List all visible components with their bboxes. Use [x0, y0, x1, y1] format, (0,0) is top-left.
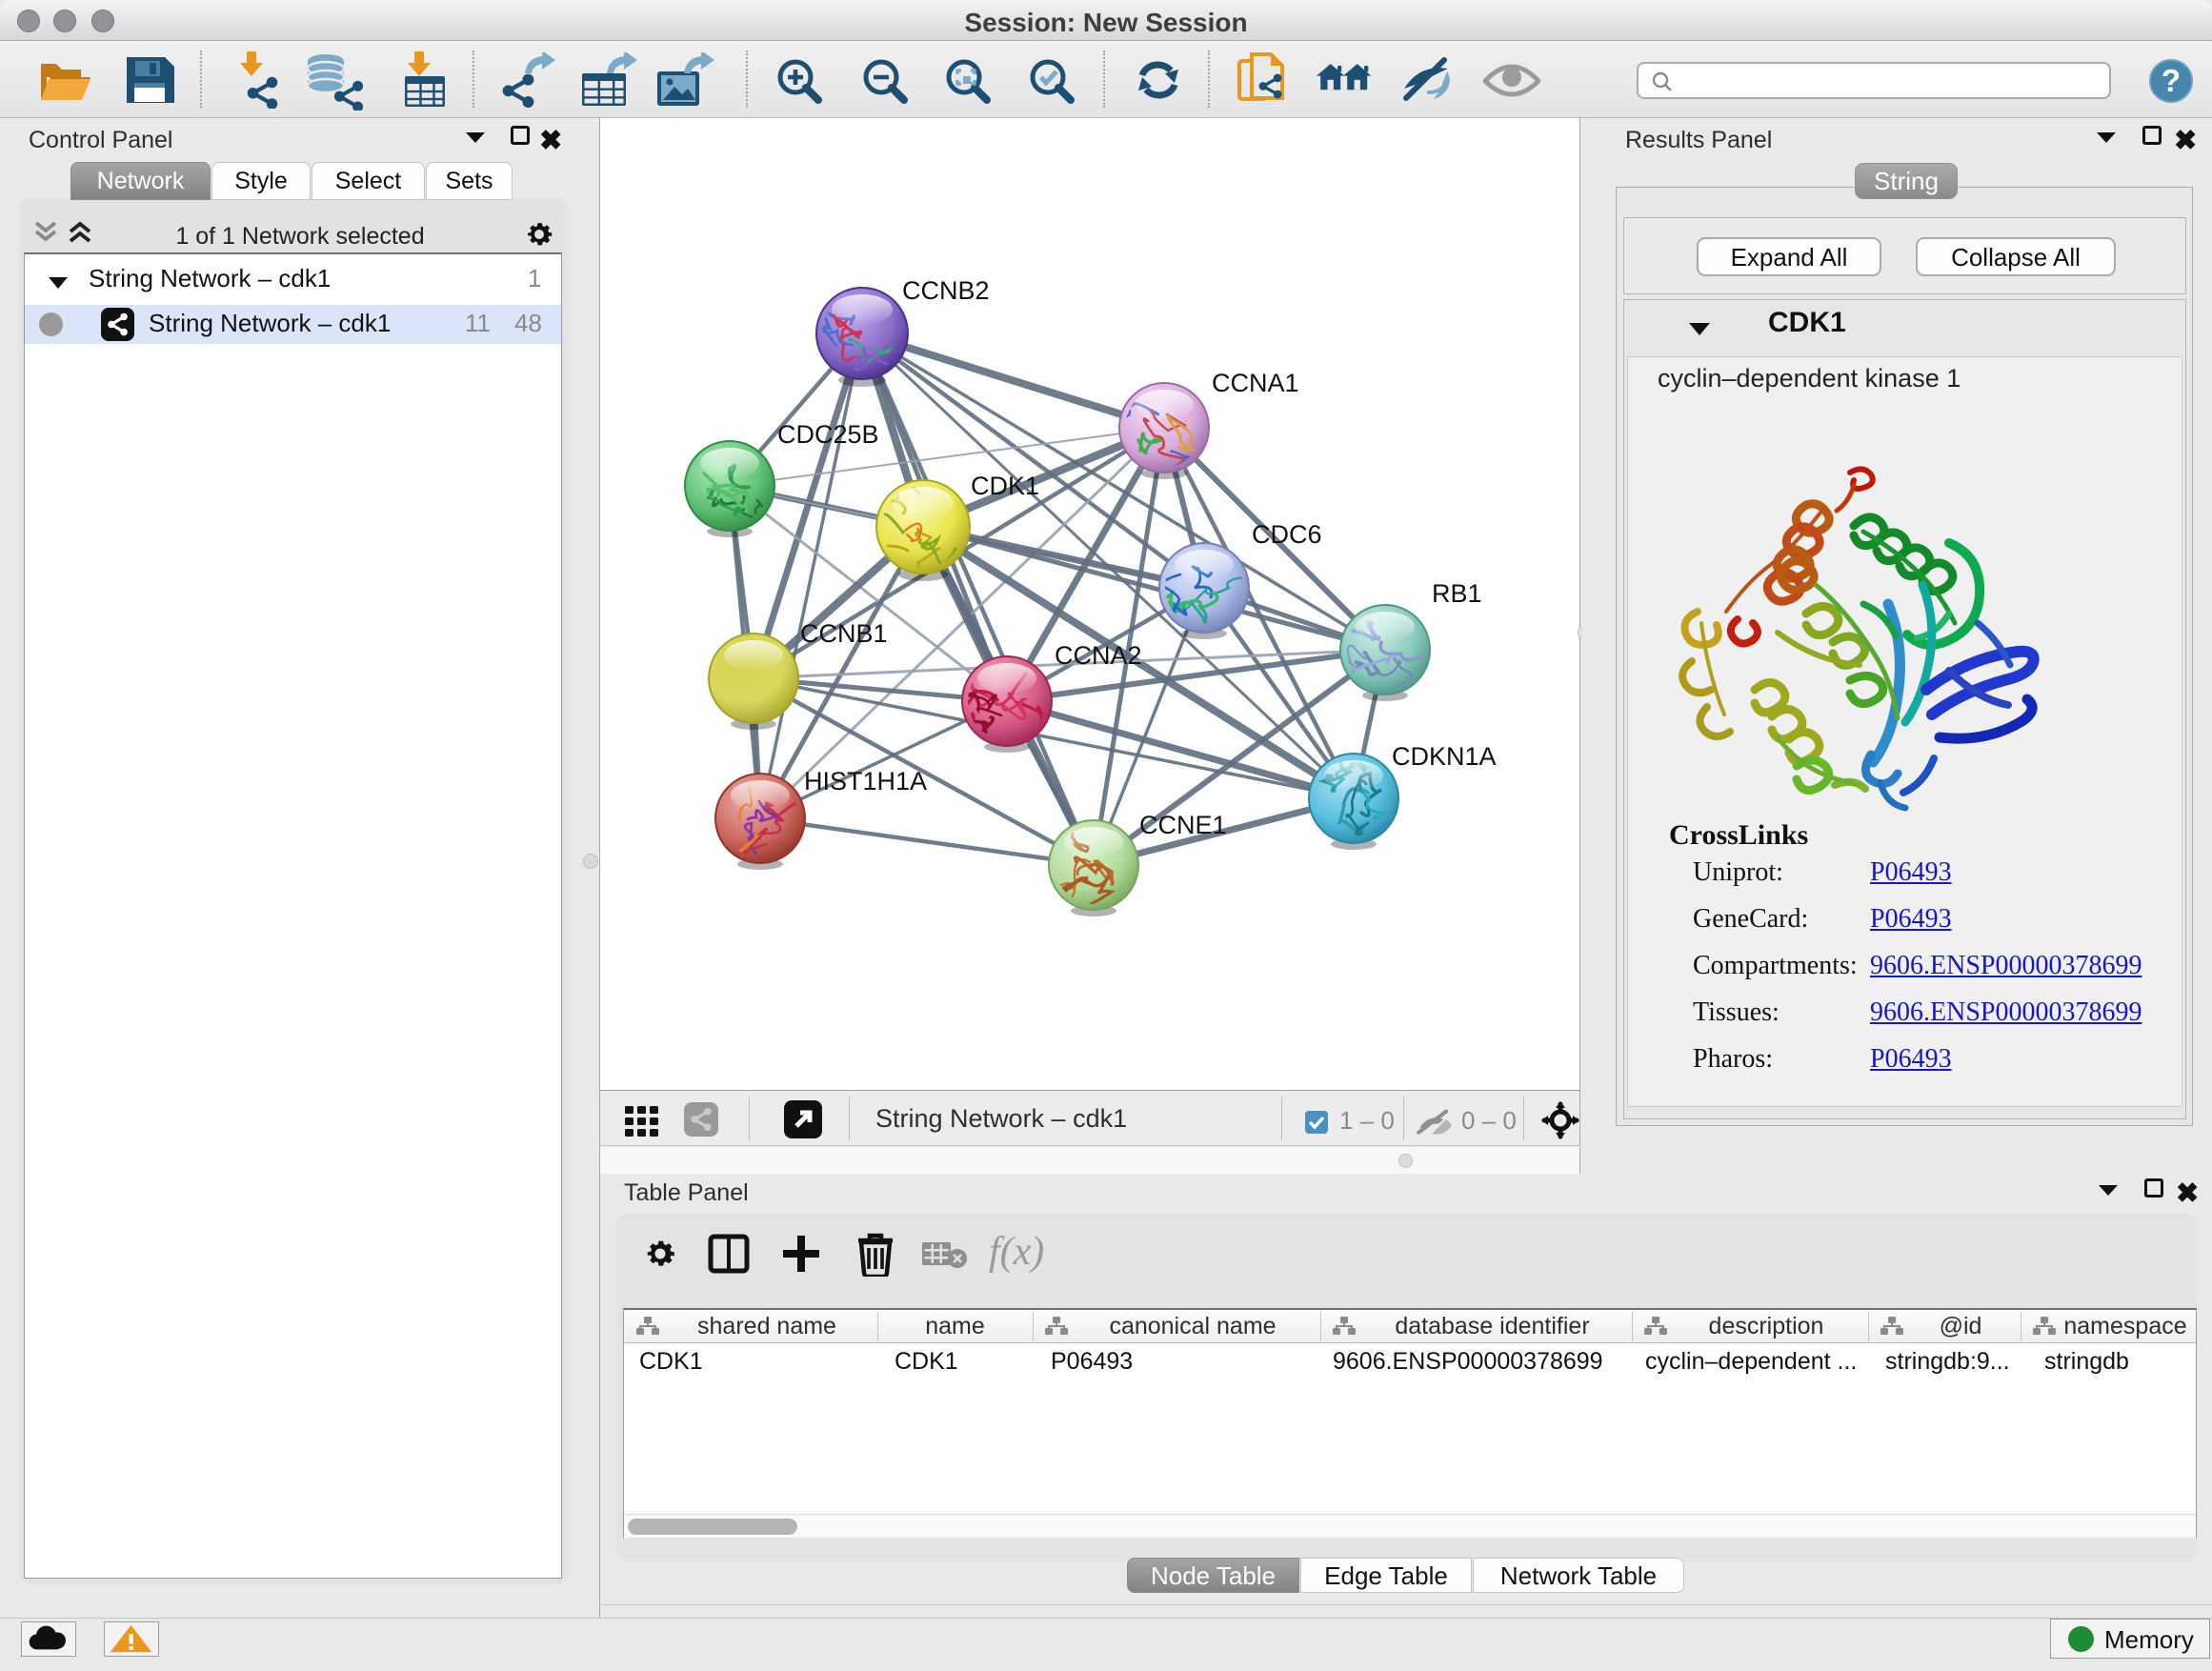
svg-text:CDC6: CDC6: [1252, 520, 1322, 549]
svg-text:CDKN1A: CDKN1A: [1392, 742, 1497, 771]
svg-text:CCNA2: CCNA2: [1055, 641, 1142, 670]
svg-text:CCNA1: CCNA1: [1212, 369, 1299, 397]
svg-text:CDK1: CDK1: [971, 472, 1039, 500]
svg-text:CCNB1: CCNB1: [800, 619, 888, 648]
svg-text:CCNB2: CCNB2: [902, 276, 990, 305]
svg-text:CCNE1: CCNE1: [1139, 811, 1227, 839]
svg-text:HIST1H1A: HIST1H1A: [804, 767, 927, 795]
svg-text:RB1: RB1: [1432, 579, 1482, 608]
svg-text:CDC25B: CDC25B: [777, 420, 879, 449]
